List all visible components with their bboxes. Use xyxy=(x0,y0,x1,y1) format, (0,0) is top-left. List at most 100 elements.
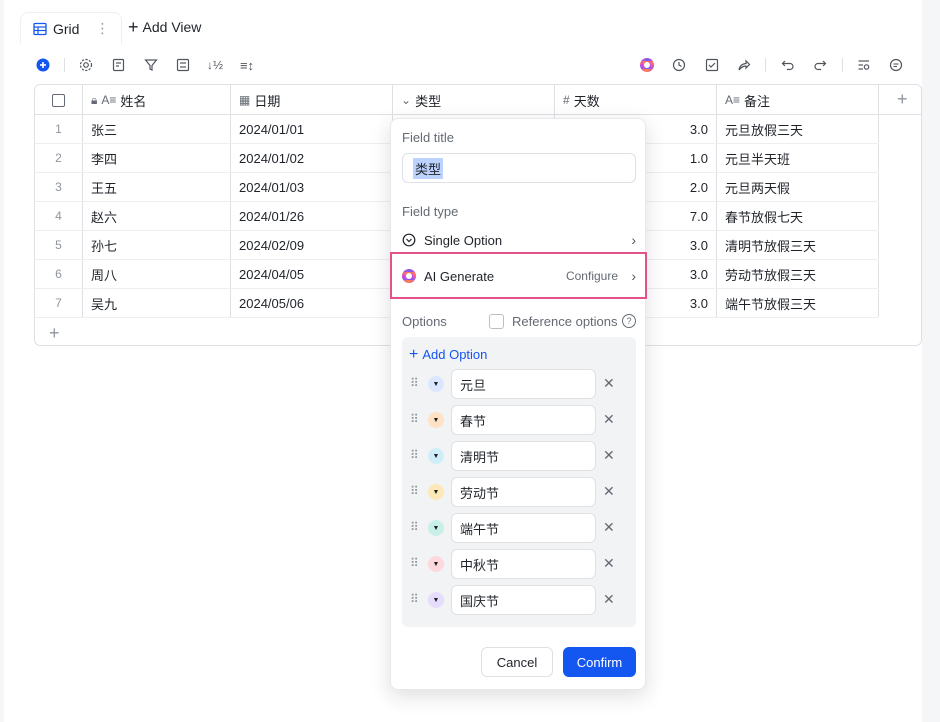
cell-date[interactable]: 2024/01/01 xyxy=(231,115,393,143)
history-icon[interactable] xyxy=(669,55,689,75)
single-option-icon: ⌄ xyxy=(401,93,412,107)
close-icon[interactable]: ✕ xyxy=(603,555,615,572)
cell-name[interactable]: 李四 xyxy=(83,144,231,172)
plus-icon: + xyxy=(128,17,139,37)
cell-date[interactable]: 2024/01/26 xyxy=(231,202,393,230)
cancel-button[interactable]: Cancel xyxy=(481,647,553,677)
option-color-picker[interactable]: ▼ xyxy=(428,556,444,572)
add-view-button[interactable]: + Add View xyxy=(128,17,201,37)
option-color-picker[interactable]: ▼ xyxy=(428,412,444,428)
add-column-button[interactable]: + xyxy=(897,89,908,110)
cell-note[interactable]: 春节放假七天 xyxy=(717,202,879,230)
field-type-select[interactable]: Single Option › xyxy=(402,228,636,252)
option-color-picker[interactable]: ▼ xyxy=(428,520,444,536)
option-input[interactable]: 清明节 xyxy=(451,441,596,471)
option-input[interactable]: 劳动节 xyxy=(451,477,596,507)
filter-icon[interactable] xyxy=(141,55,161,75)
cell-date[interactable]: 2024/02/09 xyxy=(231,231,393,259)
sort-icon[interactable]: ↓½ xyxy=(205,55,225,75)
cell-name[interactable]: 赵六 xyxy=(83,202,231,230)
column-header-name[interactable]: 🔒︎ A≡ 姓名 xyxy=(83,85,231,115)
reference-options-label: Reference options xyxy=(512,314,618,329)
search-icon[interactable] xyxy=(854,55,874,75)
option-item: ⠿ ▼ 元旦 ✕ xyxy=(402,369,636,399)
option-input[interactable]: 国庆节 xyxy=(451,585,596,615)
row-height-icon[interactable]: ≡↕ xyxy=(237,55,257,75)
field-title-label: Field title xyxy=(402,130,455,145)
ai-icon[interactable] xyxy=(637,55,657,75)
drag-handle-icon[interactable]: ⠿ xyxy=(410,412,419,426)
option-color-picker[interactable]: ▼ xyxy=(428,376,444,392)
cell-note[interactable]: 清明节放假三天 xyxy=(717,231,879,259)
cell-name[interactable]: 吴九 xyxy=(83,289,231,317)
drag-handle-icon[interactable]: ⠿ xyxy=(410,520,419,534)
options-label: Options xyxy=(402,314,447,329)
option-color-picker[interactable]: ▼ xyxy=(428,592,444,608)
add-option-button[interactable]: + Add Option xyxy=(409,345,487,363)
reference-options-checkbox[interactable] xyxy=(489,314,504,329)
drag-handle-icon[interactable]: ⠿ xyxy=(410,484,419,498)
drag-handle-icon[interactable]: ⠿ xyxy=(410,592,419,606)
close-icon[interactable]: ✕ xyxy=(603,375,615,392)
add-row-button[interactable]: + xyxy=(49,323,60,344)
settings-icon[interactable] xyxy=(76,55,96,75)
option-color-picker[interactable]: ▼ xyxy=(428,484,444,500)
select-all-checkbox[interactable] xyxy=(52,93,65,107)
option-input[interactable]: 端午节 xyxy=(451,513,596,543)
close-icon[interactable]: ✕ xyxy=(603,591,615,608)
configure-link[interactable]: Configure xyxy=(566,269,618,283)
cell-date[interactable]: 2024/01/03 xyxy=(231,173,393,201)
cell-date[interactable]: 2024/05/06 xyxy=(231,289,393,317)
select-all-checkbox-cell[interactable] xyxy=(35,85,83,115)
cell-note[interactable]: 劳动节放假三天 xyxy=(717,260,879,288)
field-title-input[interactable]: 类型 xyxy=(402,153,636,183)
view-tab-grid[interactable]: Grid ⋮ xyxy=(20,12,123,44)
option-input[interactable]: 中秋节 xyxy=(451,549,596,579)
option-input[interactable]: 春节 xyxy=(451,405,596,435)
close-icon[interactable]: ✕ xyxy=(603,411,615,428)
option-input[interactable]: 元旦 xyxy=(451,369,596,399)
column-header-days[interactable]: # 天数 xyxy=(555,85,717,115)
add-record-icon[interactable] xyxy=(33,55,53,75)
cell-note[interactable]: 端午节放假三天 xyxy=(717,289,879,317)
option-color-picker[interactable]: ▼ xyxy=(428,448,444,464)
redo-icon[interactable] xyxy=(810,55,830,75)
drag-handle-icon[interactable]: ⠿ xyxy=(410,448,419,462)
undo-icon[interactable] xyxy=(778,55,798,75)
option-item: ⠿ ▼ 春节 ✕ xyxy=(402,405,636,435)
column-header-note[interactable]: A≡ 备注 xyxy=(717,85,879,115)
more-vertical-icon[interactable]: ⋮ xyxy=(95,20,109,37)
help-icon[interactable]: ? xyxy=(622,314,636,328)
cell-note[interactable]: 元旦半天班 xyxy=(717,144,879,172)
confirm-button[interactable]: Confirm xyxy=(563,647,636,677)
close-icon[interactable]: ✕ xyxy=(603,519,615,536)
drag-handle-icon[interactable]: ⠿ xyxy=(410,556,419,570)
toolbar: ↓½ ≡↕ xyxy=(30,50,922,80)
cell-note[interactable]: 元旦两天假 xyxy=(717,173,879,201)
column-header-date[interactable]: ▦ 日期 xyxy=(231,85,393,115)
plus-icon: + xyxy=(409,345,419,363)
group-icon[interactable] xyxy=(173,55,193,75)
comment-icon[interactable] xyxy=(886,55,906,75)
column-header-type[interactable]: ⌄ 类型 xyxy=(393,85,555,115)
cell-date[interactable]: 2024/04/05 xyxy=(231,260,393,288)
cell-name[interactable]: 孙七 xyxy=(83,231,231,259)
text-field-icon: A≡ xyxy=(725,93,741,107)
cell-note[interactable]: 元旦放假三天 xyxy=(717,115,879,143)
cell-name[interactable]: 周八 xyxy=(83,260,231,288)
column-label: 备注 xyxy=(744,93,771,109)
option-item: ⠿ ▼ 中秋节 ✕ xyxy=(402,549,636,579)
cell-name[interactable]: 王五 xyxy=(83,173,231,201)
close-icon[interactable]: ✕ xyxy=(603,447,615,464)
option-item: ⠿ ▼ 劳动节 ✕ xyxy=(402,477,636,507)
toolbar-divider xyxy=(765,58,766,72)
cell-date[interactable]: 2024/01/02 xyxy=(231,144,393,172)
ai-generate-row[interactable]: AI Generate Configure › xyxy=(402,264,636,288)
checklist-icon[interactable] xyxy=(702,55,722,75)
cell-name[interactable]: 张三 xyxy=(83,115,231,143)
field-type-value: Single Option xyxy=(424,232,503,248)
field-icon[interactable] xyxy=(109,55,129,75)
close-icon[interactable]: ✕ xyxy=(603,483,615,500)
drag-handle-icon[interactable]: ⠿ xyxy=(410,376,419,390)
share-icon[interactable] xyxy=(734,55,754,75)
